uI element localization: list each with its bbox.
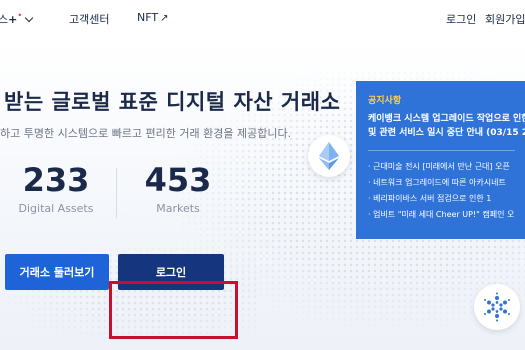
stat-markets-label: Markets [156, 202, 200, 215]
cardano-coin-icon [474, 284, 520, 330]
nav-item-services[interactable]: 스+• [0, 11, 34, 27]
notice-list: · 근대미술 전시 [미래에서 만난 근대] 오픈 · 네트워크 업그레이드에 … [368, 159, 515, 223]
stat-divider [116, 168, 117, 218]
notice-list-item[interactable]: · 베리파이바스 서버 점검으로 인한 1 [368, 191, 515, 207]
notice-divider [368, 150, 515, 151]
notice-headline-line1[interactable]: 케이뱅크 시스템 업그레이드 작업으로 인한 [368, 112, 525, 126]
nav-item-nft[interactable]: NFT ↗ [137, 11, 168, 24]
nav-item-services-label: 스 [0, 13, 9, 26]
hero-login-button[interactable]: 로그인 [118, 254, 224, 290]
notice-headline-line2[interactable]: 및 관련 서비스 일시 중단 안내 (03/15 23 [368, 126, 525, 140]
hero-subtext: 하고 투명한 시스템으로 빠르고 편리한 거래 환경을 제공합니다. [0, 127, 292, 140]
notice-list-item[interactable]: · 업비트 "미래 세대 Cheer UP!" 캠페인 오 [368, 207, 515, 223]
notice-title: 공지사항 [368, 96, 402, 106]
nav-item-nft-label: NFT [137, 11, 159, 24]
plus-icon: + [8, 13, 18, 26]
notice-panel[interactable]: 공지사항 케이뱅크 시스템 업그레이드 작업으로 인한 및 관련 서비스 일시 … [356, 81, 525, 239]
notice-list-item[interactable]: · 네트워크 업그레이드에 따른 아카시네트 [368, 175, 515, 191]
stat-markets: 453 Markets [138, 162, 218, 215]
explore-exchange-button[interactable]: 거래소 둘러보기 [5, 254, 109, 290]
external-link-icon: ↗ [160, 13, 169, 24]
new-dot-icon: • [17, 11, 23, 20]
top-nav: 스+• 고객센터 NFT ↗ 로그인 회원가입 [0, 0, 525, 40]
hero-headline: 받는 글로벌 표준 디지털 자산 거래소 [4, 90, 341, 114]
nav-login-link[interactable]: 로그인 [446, 11, 476, 27]
stat-markets-value: 453 [144, 161, 212, 199]
stat-digital-assets-label: Digital Assets [18, 202, 94, 215]
notice-list-item[interactable]: · 근대미술 전시 [미래에서 만난 근대] 오픈 [368, 159, 515, 175]
nav-item-support[interactable]: 고객센터 [69, 11, 109, 27]
nav-signup-link[interactable]: 회원가입 [485, 11, 525, 27]
stat-digital-assets: 233 Digital Assets [16, 162, 96, 215]
ethereum-coin-icon [308, 135, 350, 177]
stat-digital-assets-value: 233 [22, 161, 90, 199]
chevron-down-icon [24, 13, 34, 23]
